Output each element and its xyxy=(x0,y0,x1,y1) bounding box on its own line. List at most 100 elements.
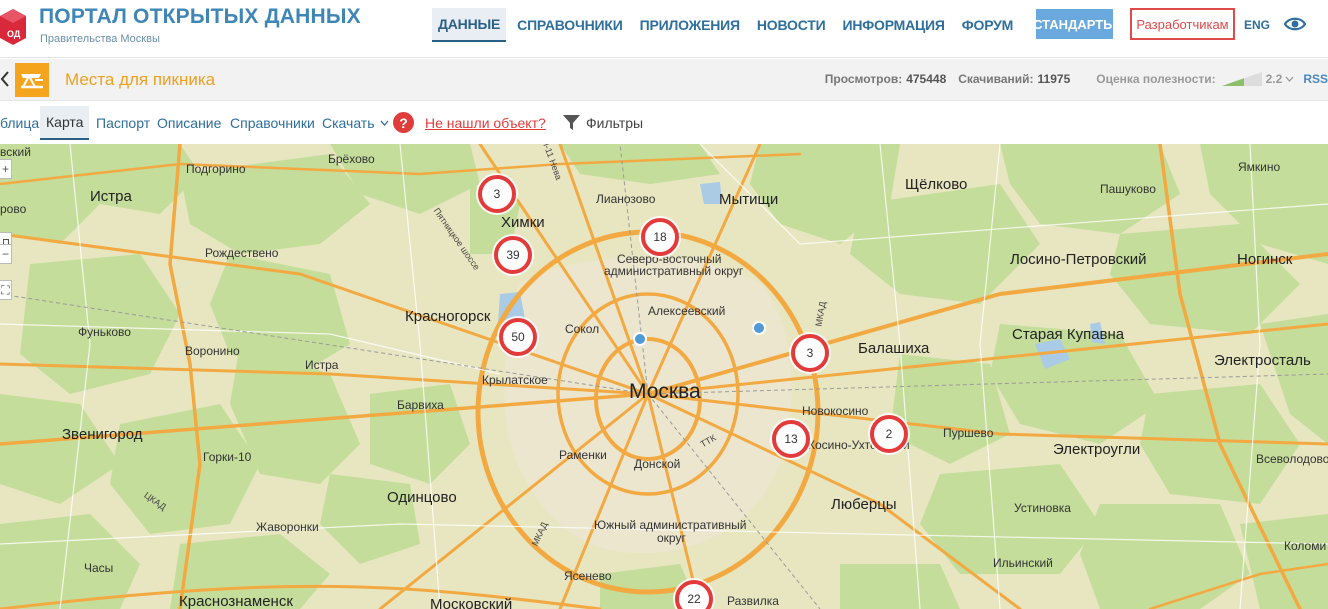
fullscreen-button[interactable]: ⛶ xyxy=(0,280,12,300)
place-label: Коломи xyxy=(1284,539,1327,553)
map-label-left-top: вский xyxy=(0,145,31,159)
rating-label: Оценка полезности: xyxy=(1096,72,1216,86)
place-label: Брёхово xyxy=(328,152,375,166)
city-label: Старая Купавна xyxy=(1012,326,1125,343)
view-tabs: блица Карта Паспорт Описание Справочники… xyxy=(0,102,1328,144)
metro-station-icon[interactable] xyxy=(752,321,766,335)
zoom-out-button[interactable]: − xyxy=(0,244,12,264)
place-label: Пашуково xyxy=(1100,182,1156,196)
tab-references[interactable]: Справочники xyxy=(230,106,315,140)
place-label: Крылатское xyxy=(482,373,548,387)
downloads-value: 11975 xyxy=(1037,72,1071,86)
place-label: Всеволодово xyxy=(1256,452,1328,466)
city-label: Одинцово xyxy=(387,489,457,506)
eye-icon[interactable] xyxy=(1284,14,1306,34)
tab-table[interactable]: блица xyxy=(0,106,39,140)
place-label: Алексеевский xyxy=(648,304,726,318)
cluster-marker[interactable]: 2 xyxy=(870,415,908,453)
cluster-marker[interactable]: 3 xyxy=(791,334,829,372)
place-label: Рождествено xyxy=(205,246,279,260)
place-label: Новокосино xyxy=(802,404,869,418)
nav-references[interactable]: СПРАВОЧНИКИ xyxy=(511,8,628,42)
dataset-stats: Просмотров: 475448 Скачиваний: 11975 Оце… xyxy=(825,72,1328,86)
city-label: Балашиха xyxy=(858,340,930,357)
place-label: Южный административный xyxy=(594,518,747,532)
rating-value[interactable]: 2.2 xyxy=(1266,72,1283,86)
logo-text: ОД xyxy=(7,29,21,39)
portal-logo-icon[interactable]: ОД xyxy=(0,6,26,46)
place-label: Сокол xyxy=(565,322,600,336)
city-label: Лосино-Петровский xyxy=(1010,251,1147,268)
nav-info[interactable]: ИНФОРМАЦИЯ xyxy=(836,8,950,42)
site-header: ОД ПОРТАЛ ОТКРЫТЫХ ДАННЫХ Правительства … xyxy=(0,0,1328,58)
place-label: Ильинский xyxy=(993,556,1053,570)
place-label: Донской xyxy=(634,457,681,471)
zoom-in-button[interactable]: + xyxy=(0,159,12,179)
place-label: Ямкино xyxy=(1238,160,1281,174)
city-label: Химки xyxy=(501,214,545,231)
portal-subtitle: Правительства Москвы xyxy=(40,33,160,45)
nav-data[interactable]: ДАННЫЕ xyxy=(432,8,507,42)
place-label: Устиновка xyxy=(1014,501,1071,515)
place-label: Фуньково xyxy=(78,325,131,339)
tab-passport[interactable]: Паспорт xyxy=(96,106,150,140)
place-label: Пуршево xyxy=(943,426,994,440)
place-label: округ xyxy=(657,531,686,545)
map-label-left-mid: рово xyxy=(0,202,27,216)
rating-bar-icon xyxy=(1221,72,1262,86)
back-arrow-icon[interactable] xyxy=(0,70,10,88)
moscow-label: Москва xyxy=(629,380,701,403)
metro-station-icon[interactable] xyxy=(633,332,647,346)
city-label: Ногинск xyxy=(1237,251,1293,268)
standards-button[interactable]: СТАНДАРТЫ xyxy=(1033,9,1116,39)
city-label: Московский xyxy=(430,596,513,609)
picnic-category-icon xyxy=(15,63,49,97)
place-label: Часы xyxy=(84,561,114,575)
place-label: Горки-10 xyxy=(203,450,252,464)
cluster-marker[interactable]: 3 xyxy=(478,175,516,213)
place-label: Истра xyxy=(305,358,339,372)
nav-news[interactable]: НОВОСТИ xyxy=(751,8,832,42)
place-label: Раменки xyxy=(559,448,607,462)
portal-title[interactable]: ПОРТАЛ ОТКРЫТЫХ ДАННЫХ xyxy=(39,5,361,29)
city-label: Щёлково xyxy=(905,176,968,193)
city-label: Мытищи xyxy=(719,191,779,208)
city-label: Краснознаменск xyxy=(179,593,293,609)
download-label: Скачать xyxy=(322,115,375,131)
chevron-down-icon[interactable] xyxy=(1285,76,1294,82)
language-switch[interactable]: ENG xyxy=(1244,18,1270,32)
dataset-title: Места для пикника xyxy=(65,70,216,89)
place-label: Лианозово xyxy=(596,192,656,206)
tab-description[interactable]: Описание xyxy=(157,106,221,140)
place-label: Развилка xyxy=(727,594,779,608)
filter-icon[interactable] xyxy=(563,114,580,131)
cluster-marker[interactable]: 39 xyxy=(494,236,532,274)
nav-forum[interactable]: ФОРУМ xyxy=(956,8,1019,42)
downloads-label: Скачиваний: xyxy=(958,72,1034,86)
city-label: Электросталь xyxy=(1214,352,1311,369)
tab-map[interactable]: Карта xyxy=(40,106,90,140)
developers-button[interactable]: Разработчикам xyxy=(1130,8,1235,40)
place-label: Барвиха xyxy=(397,398,444,412)
cluster-marker[interactable]: 50 xyxy=(499,318,537,356)
dataset-titlebar: Места для пикника Просмотров: 475448 Ска… xyxy=(0,59,1328,101)
views-label: Просмотров: xyxy=(824,72,903,86)
cluster-marker[interactable]: 18 xyxy=(641,218,679,256)
tab-download[interactable]: Скачать xyxy=(322,106,389,140)
help-icon[interactable]: ? xyxy=(393,112,414,133)
city-label: Электроугли xyxy=(1053,441,1141,458)
chevron-down-icon xyxy=(380,120,388,126)
city-label: Истра xyxy=(90,188,132,205)
map-view[interactable]: + − ⛶ вский рово Истра Химки Мытищи Щёлк… xyxy=(0,144,1328,609)
place-label: Жаворонки xyxy=(256,520,319,534)
nav-apps[interactable]: ПРИЛОЖЕНИЯ xyxy=(634,8,746,42)
cluster-marker[interactable]: 13 xyxy=(772,420,810,458)
rss-link[interactable]: RSS xyxy=(1303,72,1328,86)
not-found-link[interactable]: Не нашли объект? xyxy=(425,115,546,131)
place-label: Воронино xyxy=(185,344,240,358)
views-value: 475448 xyxy=(906,72,947,86)
city-label: Люберцы xyxy=(831,496,897,513)
place-label: Ясенево xyxy=(564,569,612,583)
main-nav: ДАННЫЕ СПРАВОЧНИКИ ПРИЛОЖЕНИЯ НОВОСТИ ИН… xyxy=(432,8,1024,42)
filters-button[interactable]: Фильтры xyxy=(586,115,643,131)
